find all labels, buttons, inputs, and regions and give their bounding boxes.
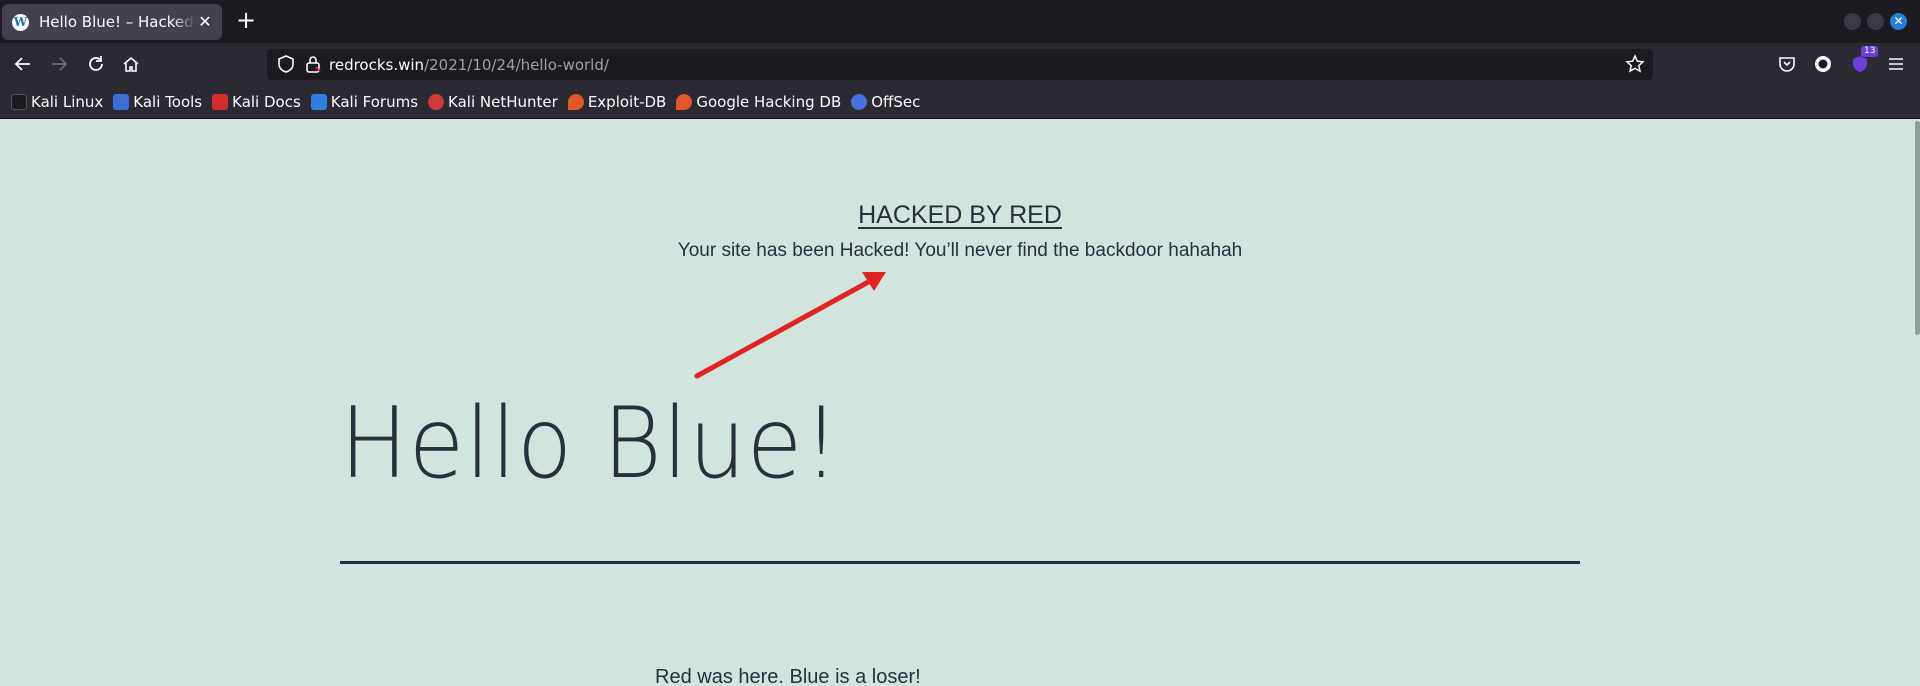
tab-close-icon[interactable]: ✕ <box>196 13 214 31</box>
bookmark-label: Kali Docs <box>232 93 301 111</box>
bookmark-kali-tools[interactable]: Kali Tools <box>113 93 202 111</box>
bookmark-exploit-db[interactable]: Exploit-DB <box>567 93 667 111</box>
page-content: HACKED BY RED Your site has been Hacked!… <box>0 119 1920 686</box>
back-arrow-icon <box>14 57 30 71</box>
url-path: /2021/10/24/hello-world/ <box>424 56 609 74</box>
new-tab-button[interactable]: + <box>234 8 258 33</box>
url-text[interactable]: redrocks.win/2021/10/24/hello-world/ <box>329 56 609 74</box>
url-bar[interactable]: redrocks.win/2021/10/24/hello-world/ <box>267 49 1653 80</box>
tab-title: Hello Blue! – Hacked By Red <box>39 13 196 31</box>
bookmark-kali-docs[interactable]: Kali Docs <box>212 93 301 111</box>
hamburger-menu-icon <box>1889 58 1903 70</box>
scrollbar[interactable] <box>1915 121 1920 335</box>
bookmark-label: Google Hacking DB <box>696 93 842 111</box>
offsec-icon <box>851 94 868 110</box>
bookmark-kali-linux[interactable]: Kali Linux <box>11 93 103 111</box>
wordpress-icon: W <box>12 13 29 31</box>
bookmark-offsec[interactable]: OffSec <box>851 93 920 111</box>
bookmark-kali-nethunter[interactable]: Kali NetHunter <box>428 93 558 111</box>
tracking-shield-icon <box>278 55 294 73</box>
tab-active[interactable]: W Hello Blue! – Hacked By Red ✕ <box>2 4 222 40</box>
minimize-button[interactable] <box>1844 13 1861 30</box>
window-close-button[interactable]: ✕ <box>1890 13 1907 30</box>
bookmark-star-icon <box>1625 54 1645 73</box>
pocket-icon <box>1779 57 1795 72</box>
bookmark-label: Kali NetHunter <box>448 93 558 111</box>
pocket-button[interactable] <box>1774 51 1800 77</box>
back-button[interactable] <box>10 51 36 77</box>
ghdb-icon <box>676 94 693 110</box>
hacked-banner-title[interactable]: HACKED BY RED <box>0 201 1920 230</box>
lock-insecure-icon <box>306 56 321 73</box>
extension-button[interactable]: 13 <box>1847 46 1879 77</box>
bookmark-label: Kali Forums <box>330 93 419 111</box>
extension-badge: 13 <box>1861 46 1879 57</box>
kali-docs-icon <box>212 94 229 110</box>
menu-button[interactable] <box>1883 51 1909 77</box>
post-body: Red was here. Blue is a loser! <box>655 666 921 686</box>
account-circle-icon <box>1815 56 1831 72</box>
home-icon <box>123 56 139 72</box>
maximize-button[interactable] <box>1867 13 1884 30</box>
forward-button[interactable] <box>46 51 72 77</box>
extension-shield-icon <box>1853 56 1867 72</box>
reload-button[interactable] <box>83 51 109 77</box>
title-divider <box>340 561 1580 564</box>
navigation-toolbar: redrocks.win/2021/10/24/hello-world/ 13 <box>0 43 1920 86</box>
bookmark-label: OffSec <box>871 93 921 111</box>
nethunter-icon <box>428 94 445 110</box>
bookmark-kali-forums[interactable]: Kali Forums <box>310 93 419 111</box>
kali-tools-icon <box>113 94 130 110</box>
home-button[interactable] <box>118 51 144 77</box>
reload-icon <box>89 56 103 71</box>
bookmark-label: Kali Tools <box>133 93 203 111</box>
exploit-db-icon <box>567 94 584 110</box>
bookmark-google-hacking-db[interactable]: Google Hacking DB <box>676 93 841 111</box>
bookmarks-toolbar: Kali Linux Kali Tools Kali Docs Kali For… <box>0 86 1920 119</box>
tab-strip: W Hello Blue! – Hacked By Red ✕ + ✕ <box>0 0 1920 43</box>
bookmark-label: Kali Linux <box>31 93 104 111</box>
kali-forums-icon <box>310 94 327 110</box>
url-host: redrocks.win <box>329 56 425 74</box>
kali-dragon-icon <box>11 94 27 110</box>
post-title: Hello Blue! <box>340 387 841 501</box>
hacked-banner-message: Your site has been Hacked! You’ll never … <box>677 240 1243 261</box>
account-button[interactable] <box>1810 51 1836 77</box>
forward-arrow-icon <box>52 57 68 71</box>
bookmark-label: Exploit-DB <box>587 93 667 111</box>
